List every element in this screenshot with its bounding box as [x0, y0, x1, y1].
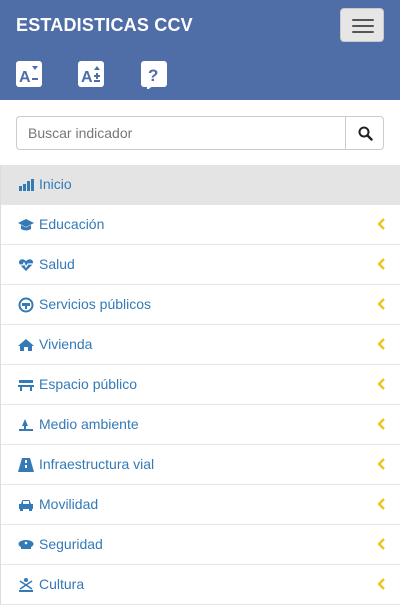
hamburger-icon-bar — [352, 31, 374, 33]
bar-chart-icon — [19, 179, 34, 191]
svg-text:A: A — [19, 69, 31, 86]
font-decrease-icon[interactable]: A — [16, 61, 42, 87]
svg-text:?: ? — [148, 66, 158, 85]
nav-label: Servicios públicos — [39, 296, 152, 312]
road-icon — [18, 458, 34, 472]
graduation-cap-icon — [18, 219, 34, 231]
nav-item-movilidad[interactable]: Movilidad — [0, 485, 400, 525]
nav-item-inicio[interactable]: Inicio — [0, 165, 400, 205]
hamburger-icon — [352, 19, 374, 21]
nav-item-espacio-publico[interactable]: Espacio público — [0, 365, 400, 405]
search-input[interactable] — [16, 116, 346, 150]
font-increase-icon[interactable]: A — [78, 61, 104, 87]
nav-label: Movilidad — [39, 496, 99, 512]
nav-label: Vivienda — [39, 336, 93, 352]
search-button[interactable] — [345, 116, 384, 150]
nav-item-seguridad[interactable]: Seguridad — [0, 525, 400, 565]
svg-text:A: A — [81, 69, 93, 86]
nav-item-cultura[interactable]: Cultura — [0, 565, 400, 605]
nav-label: Educación — [39, 216, 105, 232]
app-title: ESTADISTICAS CCV — [16, 15, 193, 35]
nav-item-educacion[interactable]: Educación — [0, 205, 400, 245]
chevron-left-icon — [377, 538, 385, 550]
home-icon — [18, 339, 34, 351]
nav-item-servicios-publicos[interactable]: Servicios públicos — [0, 285, 400, 325]
chevron-left-icon — [377, 218, 385, 230]
nav-item-salud[interactable]: Salud — [0, 245, 400, 285]
nav-label: Cultura — [39, 576, 85, 592]
faucet-icon — [18, 297, 34, 313]
chevron-left-icon — [377, 458, 385, 470]
help-icon[interactable]: ? — [141, 61, 167, 89]
culture-icon — [19, 578, 33, 592]
chevron-left-icon — [377, 418, 385, 430]
hamburger-icon-bar — [352, 25, 374, 27]
nav-label: Medio ambiente — [39, 416, 139, 432]
top-header: ESTADISTICAS CCV A A ? — [0, 0, 400, 100]
search-bar — [16, 116, 384, 150]
chevron-left-icon — [377, 258, 385, 270]
heartbeat-icon — [19, 259, 33, 271]
chevron-left-icon — [377, 298, 385, 310]
nav-label: Seguridad — [39, 536, 103, 552]
nav-label: Inicio — [39, 176, 72, 192]
police-cap-icon — [18, 540, 34, 549]
bench-icon — [18, 380, 34, 391]
nav-item-vivienda[interactable]: Vivienda — [0, 325, 400, 365]
menu-toggle-button[interactable] — [340, 8, 384, 42]
chevron-left-icon — [377, 378, 385, 390]
sidebar-nav: Inicio Educación Salud Servicios público… — [0, 165, 400, 605]
nav-item-medio-ambiente[interactable]: Medio ambiente — [0, 405, 400, 445]
chevron-left-icon — [377, 498, 385, 510]
nav-label: Espacio público — [39, 376, 138, 392]
search-icon — [358, 126, 373, 141]
tree-icon — [19, 419, 33, 431]
chevron-left-icon — [377, 338, 385, 350]
nav-item-infraestructura-vial[interactable]: Infraestructura vial — [0, 445, 400, 485]
chevron-left-icon — [377, 578, 385, 590]
nav-label: Salud — [39, 256, 75, 272]
nav-label: Infraestructura vial — [39, 456, 155, 472]
car-icon — [19, 500, 33, 511]
